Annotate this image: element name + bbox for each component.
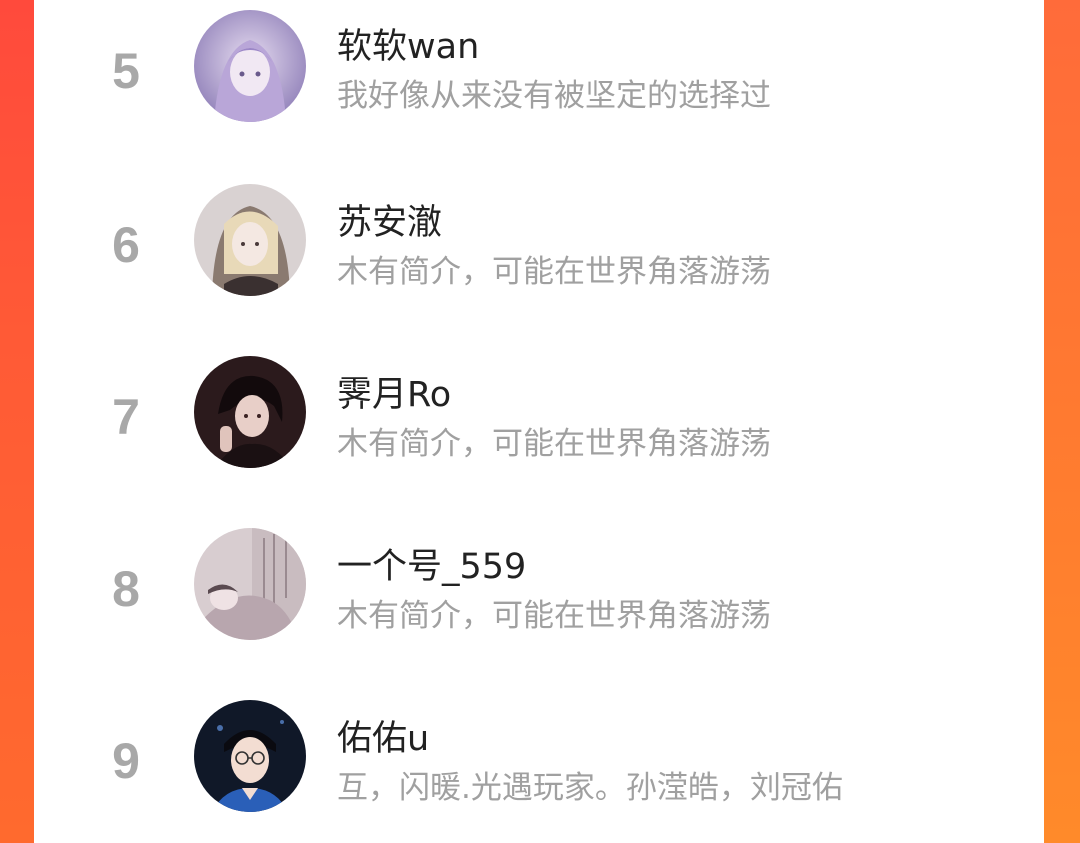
- rank-number: 6: [112, 217, 140, 273]
- list-item[interactable]: 8 一个号_559 木有简介，可能在世界角落游荡: [34, 516, 1044, 688]
- user-name[interactable]: 一个号_559: [337, 538, 526, 589]
- right-gradient-edge: [1044, 0, 1080, 843]
- list-item[interactable]: 5 软软wan 我好像从来没有被坚定的选择过: [34, 0, 1044, 172]
- list-item[interactable]: 9 佑佑u 互，闪暖.光遇玩家。孙滢皓，刘冠佑: [34, 688, 1044, 843]
- ranking-list: 5 软软wan 我好像从来没有被坚定的选择过 6 苏安澈 木有简介，可能在世界角…: [34, 0, 1044, 843]
- user-name[interactable]: 软软wan: [337, 18, 479, 69]
- user-bio: 木有简介，可能在世界角落游荡: [337, 254, 771, 290]
- user-name[interactable]: 佑佑u: [337, 710, 429, 761]
- user-name[interactable]: 苏安澈: [337, 194, 442, 245]
- boy-with-glasses-avatar-image: [194, 700, 306, 812]
- avatar[interactable]: [194, 184, 306, 296]
- user-bio: 木有简介，可能在世界角落游荡: [337, 598, 771, 634]
- rank-number: 9: [112, 733, 140, 789]
- dark-haired-man-avatar-image: [194, 356, 306, 468]
- rank-number: 8: [112, 561, 140, 617]
- list-item[interactable]: 6 苏安澈 木有简介，可能在世界角落游荡: [34, 172, 1044, 344]
- avatar[interactable]: [194, 700, 306, 812]
- rank-number: 7: [112, 389, 140, 445]
- avatar[interactable]: [194, 356, 306, 468]
- anime-man-avatar-image: [194, 184, 306, 296]
- avatar[interactable]: [194, 10, 306, 122]
- illustration-avatar-image: [194, 528, 306, 640]
- user-name[interactable]: 霁月Ro: [337, 366, 451, 417]
- rank-number: 5: [112, 43, 140, 99]
- anime-girl-avatar-image: [194, 10, 306, 122]
- user-bio: 木有简介，可能在世界角落游荡: [337, 426, 771, 462]
- user-bio: 我好像从来没有被坚定的选择过: [337, 78, 771, 114]
- user-bio: 互，闪暖.光遇玩家。孙滢皓，刘冠佑: [337, 770, 843, 806]
- avatar[interactable]: [194, 528, 306, 640]
- list-item[interactable]: 7 霁月Ro 木有简介，可能在世界角落游荡: [34, 344, 1044, 516]
- ranking-panel: 5 软软wan 我好像从来没有被坚定的选择过 6 苏安澈 木有简介，可能在世界角…: [34, 0, 1044, 843]
